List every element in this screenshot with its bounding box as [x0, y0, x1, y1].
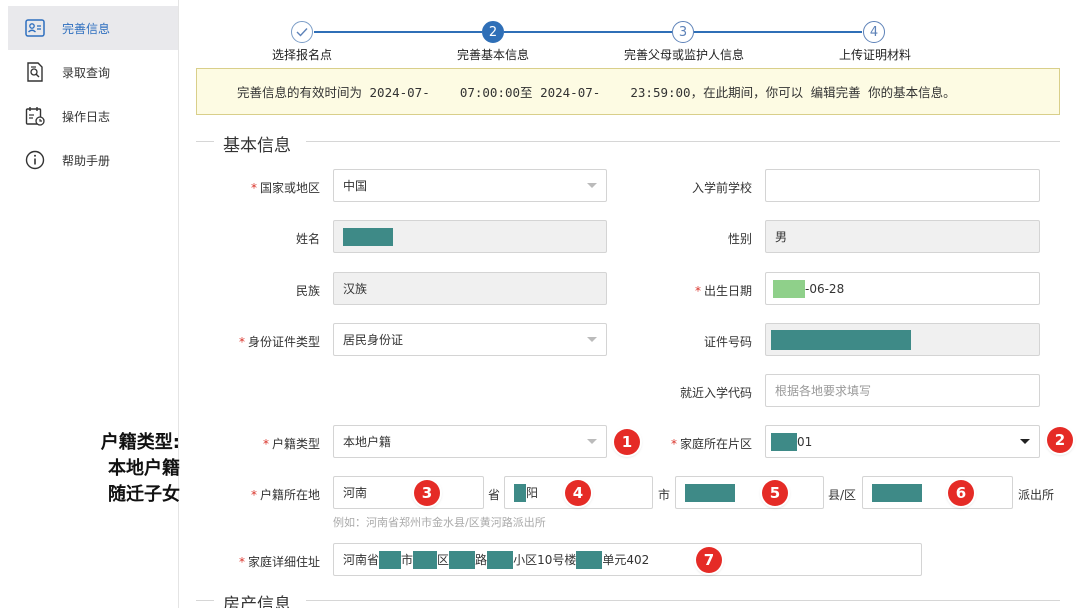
chevron-down-icon [587, 337, 597, 342]
chevron-down-icon [587, 439, 597, 444]
country-select[interactable]: 中国 [333, 169, 607, 202]
id-card-icon [24, 17, 46, 39]
redacted-block [487, 550, 514, 569]
step-1-check-icon [291, 21, 313, 43]
chevron-down-icon [1020, 439, 1030, 444]
step-connector [314, 31, 482, 33]
birthdate-label: * 出生日期 [694, 284, 752, 298]
address-input[interactable]: 河南省市区路小区10号楼 单元402 [333, 543, 922, 576]
sidebar-item-operation-log[interactable]: 操作日志 [8, 94, 178, 138]
annotation-line: 本地户籍 [108, 458, 180, 479]
preschool-label: 入学前学校 [691, 181, 752, 195]
info-circle-icon [24, 149, 46, 171]
marker-2: 2 [1047, 427, 1073, 453]
redacted-block [379, 550, 402, 569]
marker-4: 4 [565, 480, 591, 506]
step-1-label: 选择报名点 [271, 48, 333, 62]
id-number-field [765, 323, 1040, 356]
province-unit: 省 [488, 488, 501, 502]
police-station-unit: 派出所 [1018, 488, 1055, 502]
step-4-indicator: 4 [863, 21, 885, 43]
redacted-block [771, 329, 911, 350]
country-label: * 国家或地区 [250, 181, 320, 195]
sidebar-item-label: 录取查询 [62, 65, 111, 80]
section-title: 房产信息 [223, 590, 299, 608]
id-type-select[interactable]: 居民身份证 [333, 323, 607, 356]
main-content: 2 3 4 选择报名点 完善基本信息 完善父母或监护人信息 上传证明材料 完善信… [196, 0, 1080, 608]
sidebar-item-admission-query[interactable]: 录取查询 [8, 50, 178, 94]
marker-3: 3 [414, 480, 440, 506]
step-connector [504, 31, 672, 33]
redacted-block [343, 227, 393, 246]
annotation-note: 户籍类型: 本地户籍 随迁子女 [60, 430, 180, 508]
section-title: 基本信息 [223, 131, 299, 156]
hukou-type-label: * 户籍类型 [262, 437, 320, 451]
name-label: 姓名 [295, 232, 320, 246]
validity-notice: 完善信息的有效时间为 2024-07- 07:00:00至 2024-07- 2… [196, 68, 1060, 115]
sidebar-item-label: 操作日志 [62, 109, 111, 124]
birthdate-input[interactable]: -06-28 [765, 272, 1040, 305]
step-connector [694, 31, 862, 33]
step-2-label: 完善基本信息 [456, 48, 530, 62]
gender-label: 性别 [727, 232, 752, 246]
home-district-select[interactable]: 01 [765, 425, 1040, 458]
step-2-indicator: 2 [482, 21, 504, 43]
county-unit: 县/区 [828, 488, 857, 502]
redacted-block [773, 279, 805, 298]
redacted-block [514, 483, 526, 502]
sidebar: 完善信息 录取查询 操作日志 帮助手册 [0, 0, 179, 608]
section-property-info: 房产信息 [196, 590, 1060, 608]
city-unit: 市 [658, 488, 671, 502]
redacted-block [771, 432, 797, 451]
step-3-indicator: 3 [672, 21, 694, 43]
calendar-log-icon [24, 105, 46, 127]
province-input[interactable]: 河南 [333, 476, 484, 509]
name-field [333, 220, 607, 253]
preschool-input[interactable] [765, 169, 1040, 202]
county-input[interactable] [675, 476, 824, 509]
annotation-line: 户籍类型: [100, 432, 180, 453]
hukou-location-label: * 户籍所在地 [250, 488, 320, 502]
marker-6: 6 [948, 480, 974, 506]
sidebar-item-complete-info[interactable]: 完善信息 [8, 6, 178, 50]
police-station-input[interactable] [862, 476, 1013, 509]
redacted-block [576, 550, 603, 569]
section-basic-info: 基本信息 [196, 131, 1060, 156]
id-type-label: * 身份证件类型 [238, 335, 320, 349]
gender-field: 男 [765, 220, 1040, 253]
ethnicity-label: 民族 [295, 284, 320, 298]
document-search-icon [24, 61, 46, 83]
marker-1: 1 [614, 429, 640, 455]
address-label: * 家庭详细住址 [238, 555, 320, 569]
enroll-code-label: 就近入学代码 [679, 386, 752, 400]
sidebar-item-label: 完善信息 [62, 21, 111, 36]
id-number-label: 证件号码 [703, 335, 752, 349]
hukou-type-select[interactable]: 本地户籍 [333, 425, 607, 458]
progress-stepper: 2 3 4 选择报名点 完善基本信息 完善父母或监护人信息 上传证明材料 [196, 0, 1080, 66]
chevron-down-icon [587, 183, 597, 188]
home-district-label: * 家庭所在片区 [670, 437, 752, 451]
marker-5: 5 [762, 480, 788, 506]
annotation-line: 随迁子女 [108, 484, 180, 505]
redacted-block [685, 483, 735, 502]
sidebar-item-label: 帮助手册 [62, 153, 111, 168]
redacted-block [449, 550, 476, 569]
redacted-block [872, 483, 922, 502]
enroll-code-input[interactable]: 根据各地要求填写 [765, 374, 1040, 407]
ethnicity-field: 汉族 [333, 272, 607, 305]
sidebar-item-help-manual[interactable]: 帮助手册 [8, 138, 178, 182]
hukou-location-hint: 例如：河南省郑州市金水县/区黄河路派出所 [333, 516, 546, 529]
marker-7: 7 [696, 547, 722, 573]
redacted-block [413, 550, 438, 569]
step-4-label: 上传证明材料 [838, 48, 912, 62]
step-3-label: 完善父母或监护人信息 [623, 48, 745, 62]
